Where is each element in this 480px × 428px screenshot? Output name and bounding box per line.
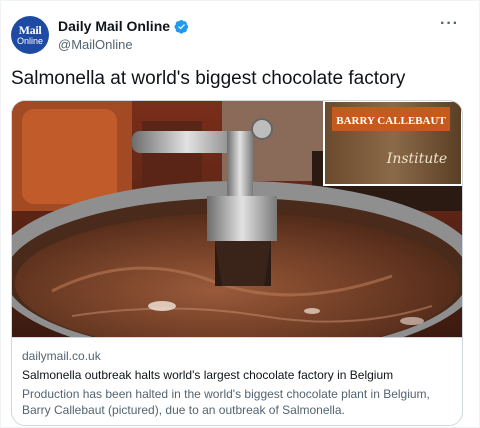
link-card-description: Production has been halted in the world'… — [22, 387, 430, 417]
author-display-name[interactable]: Daily Mail Online — [58, 18, 170, 34]
link-card-domain: dailymail.co.uk — [22, 349, 101, 363]
author-handle[interactable]: @MailOnline — [58, 37, 133, 52]
avatar-text-mail: Mail — [18, 23, 42, 37]
link-card[interactable]: BARRY CALLEBAUT Institute dailymail.co.u… — [11, 100, 463, 426]
verified-badge-icon — [174, 19, 189, 34]
link-card-title: Salmonella outbreak halts world's larges… — [22, 368, 394, 382]
link-card-image[interactable]: BARRY CALLEBAUT Institute — [12, 101, 462, 337]
image-sign-brand: BARRY CALLEBAUT — [336, 115, 446, 127]
more-options-icon[interactable]: ··· — [440, 15, 459, 33]
avatar-text-online: Online — [16, 36, 43, 46]
author-name-row: Daily Mail Online — [58, 18, 189, 34]
avatar[interactable]: Mail Online — [11, 16, 49, 54]
tweet[interactable]: Mail Online Daily Mail Online @MailOnlin… — [0, 0, 480, 428]
link-card-info[interactable]: dailymail.co.uk Salmonella outbreak halt… — [12, 337, 462, 418]
image-sign-sub: Institute — [386, 151, 447, 167]
tweet-text: Salmonella at world's biggest chocolate … — [11, 68, 406, 89]
